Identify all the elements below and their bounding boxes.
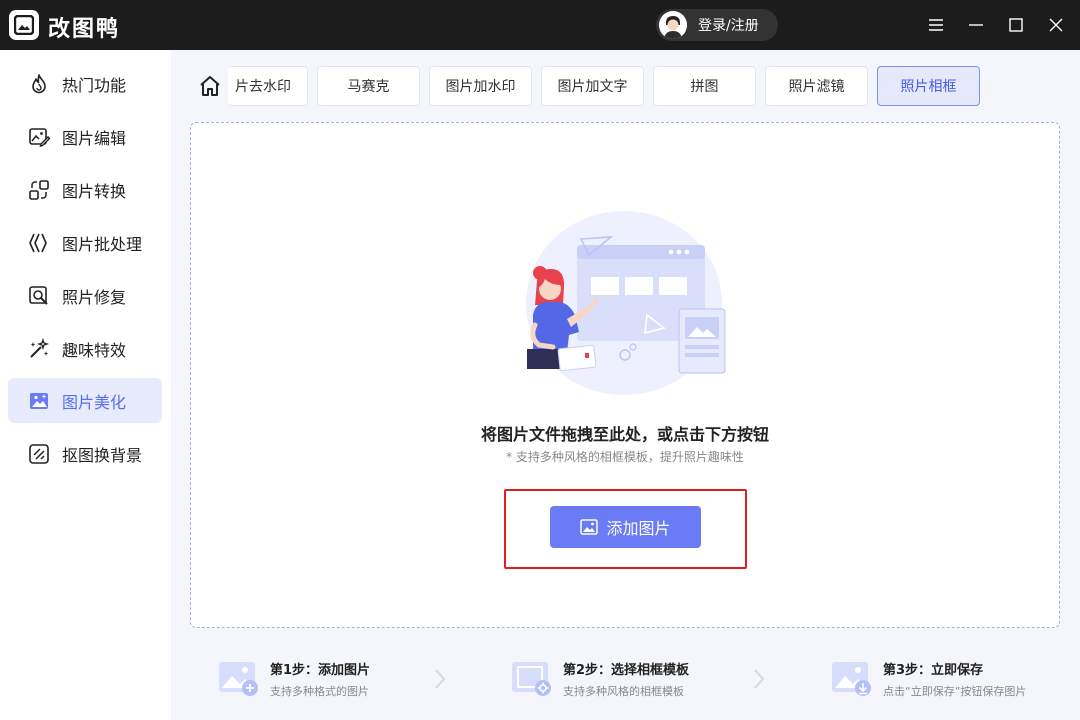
tab-photo-frame[interactable]: 照片相框 [877,66,980,106]
sidebar-item-label: 热门功能 [62,75,127,95]
minimize-icon[interactable] [964,13,988,37]
photo-repair-icon [27,284,51,308]
sidebar-item-cutout[interactable]: 抠图换背景 [8,431,162,476]
sidebar-item-edit[interactable]: 图片编辑 [8,114,162,159]
magic-wand-icon [27,337,51,361]
add-image-button[interactable]: 添加图片 [550,506,701,548]
tab-add-text[interactable]: 图片加文字 [541,66,644,106]
save-step-icon [832,662,871,696]
sidebar-item-label: 趣味特效 [62,340,127,360]
cutout-icon [27,442,51,466]
chevron-right-icon [435,669,446,689]
tab-photo-filter[interactable]: 照片滤镜 [765,66,868,106]
drop-zone[interactable]: 将图片文件拖拽至此处，或点击下方按钮 * 支持多种风格的相框模板，提升照片趣味性… [190,122,1060,628]
step-desc: 点击“立即保存”按钮保存图片 [883,685,1027,698]
sidebar-item-label: 图片美化 [62,392,127,412]
sidebar: 热门功能 图片编辑 图片转换 图片批处理 照片修复 趣味特效 图片美化 抠图换背… [0,50,171,720]
sidebar-item-label: 图片转换 [62,181,127,201]
avatar [659,11,687,39]
drop-zone-title: 将图片文件拖拽至此处，或点击下方按钮 [480,425,769,444]
sidebar-item-effects[interactable]: 趣味特效 [8,326,162,371]
upload-illustration [526,211,726,395]
image-edit-icon [27,125,51,149]
sidebar-item-label: 图片批处理 [62,234,143,254]
sidebar-item-hot[interactable]: 热门功能 [8,61,162,106]
sidebar-item-repair[interactable]: 照片修复 [8,273,162,318]
home-icon[interactable] [198,74,222,98]
drop-zone-subtitle: * 支持多种风格的相框模板，提升照片趣味性 [506,450,744,464]
batch-icon [27,231,51,255]
sidebar-item-label: 照片修复 [62,287,127,307]
menu-icon[interactable] [924,13,948,37]
tab-add-watermark[interactable]: 图片加水印 [429,66,532,106]
sidebar-item-label: 图片编辑 [62,128,127,148]
add-image-step-icon [219,662,258,696]
frame-template-step-icon [512,662,551,696]
image-icon [580,519,599,535]
step-desc: 支持多种格式的图片 [270,685,369,698]
login-label: 登录/注册 [698,18,759,34]
maximize-icon[interactable] [1004,13,1028,37]
title-bar: 改图鸭 登录/注册 [0,0,1080,50]
sidebar-item-label: 抠图换背景 [62,445,143,465]
add-image-label: 添加图片 [606,519,671,538]
tab-mosaic[interactable]: 马赛克 [317,66,420,106]
flame-icon [27,72,51,96]
chevron-right-icon [754,669,765,689]
tab-remove-watermark[interactable]: 片去水印 [228,66,308,106]
step-title: 第2步：选择相框模板 [563,663,690,678]
step-title: 第1步：添加图片 [270,663,371,678]
app-logo-icon [9,10,39,40]
image-beautify-icon [27,389,51,413]
convert-icon [27,178,51,202]
close-icon[interactable] [1044,13,1068,37]
tab-collage[interactable]: 拼图 [653,66,756,106]
login-button[interactable]: 登录/注册 [656,9,778,41]
sidebar-item-batch[interactable]: 图片批处理 [8,220,162,265]
sidebar-item-beautify[interactable]: 图片美化 [8,378,162,423]
step-desc: 支持多种风格的相框模板 [563,685,684,698]
app-title: 改图鸭 [48,17,121,42]
sidebar-item-convert[interactable]: 图片转换 [8,167,162,212]
step-title: 第3步：立即保存 [883,663,984,678]
